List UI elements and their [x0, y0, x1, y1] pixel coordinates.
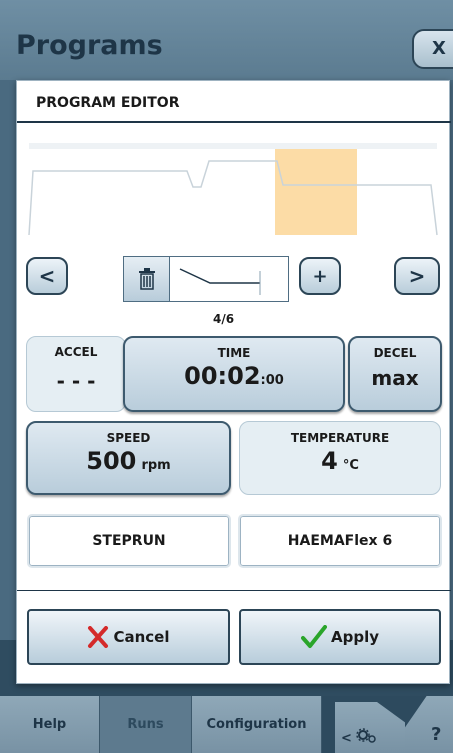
accel-value: - - - — [56, 369, 96, 393]
temperature-unit: °C — [342, 458, 359, 473]
page-title: Programs — [16, 30, 163, 61]
temperature-panel[interactable]: TEMPERATURE 4 °C — [239, 421, 441, 495]
temperature-value: 4 — [321, 447, 338, 475]
decel-panel[interactable]: DECEL max — [348, 336, 442, 412]
delete-step-button[interactable] — [124, 257, 170, 301]
step-strip — [123, 256, 289, 302]
profile-top-band — [29, 143, 437, 149]
checkmark-icon — [300, 625, 327, 648]
speed-value-row: 500 rpm — [28, 447, 229, 475]
time-value-main: 00:02 — [184, 362, 261, 390]
speed-value: 500 — [86, 447, 137, 475]
add-step-button[interactable]: + — [299, 257, 341, 295]
accel-label: ACCEL — [54, 345, 98, 359]
time-value: 00:02:00 — [125, 362, 343, 390]
time-panel[interactable]: TIME 00:02:00 — [123, 336, 345, 412]
chevron-left-icon: < — [341, 731, 352, 746]
selected-step-highlight — [275, 149, 357, 235]
accel-panel[interactable]: ACCEL - - - — [26, 336, 126, 412]
temperature-value-row: 4 °C — [240, 447, 440, 475]
apply-button[interactable]: Apply — [239, 609, 441, 665]
action-divider — [17, 590, 451, 591]
speed-label: SPEED — [106, 431, 151, 445]
time-label: TIME — [217, 346, 251, 360]
trash-icon — [138, 268, 155, 290]
tab-help[interactable]: Help — [0, 696, 100, 753]
dialog-title: PROGRAM EDITOR — [36, 95, 180, 111]
gear-icon — [356, 728, 377, 743]
tab-configuration[interactable]: Configuration — [192, 696, 322, 753]
tab-runs[interactable]: Runs — [100, 696, 192, 753]
step-curve-icon — [179, 268, 261, 295]
help-question-tab[interactable]: ? — [405, 696, 453, 753]
program-editor-dialog: PROGRAM EDITOR < + > 4/6 ACCEL - - - TIM… — [16, 80, 451, 684]
apply-label: Apply — [330, 628, 379, 646]
profile-line — [28, 160, 438, 236]
title-divider — [17, 121, 451, 123]
settings-gear-tab[interactable]: < — [335, 702, 405, 753]
run-profile-graph — [28, 143, 438, 236]
step-counter: 4/6 — [213, 312, 235, 326]
rotor-field[interactable]: HAEMAFlex 6 — [238, 514, 442, 568]
cancel-label: Cancel — [113, 628, 170, 646]
decel-label: DECEL — [373, 346, 417, 360]
run-mode-field[interactable]: STEPRUN — [27, 514, 231, 568]
cancel-x-icon — [88, 626, 109, 648]
speed-unit: rpm — [141, 458, 171, 473]
prev-step-button[interactable]: < — [26, 257, 68, 295]
temperature-label: TEMPERATURE — [290, 431, 390, 445]
cancel-button[interactable]: Cancel — [27, 609, 230, 665]
close-button[interactable]: X — [412, 29, 453, 69]
time-value-seconds: :00 — [260, 373, 284, 388]
bottom-nav: Help Runs Configuration < ? — [0, 696, 453, 753]
decel-value: max — [371, 366, 419, 390]
speed-panel[interactable]: SPEED 500 rpm — [26, 421, 231, 495]
next-step-button[interactable]: > — [394, 257, 440, 295]
